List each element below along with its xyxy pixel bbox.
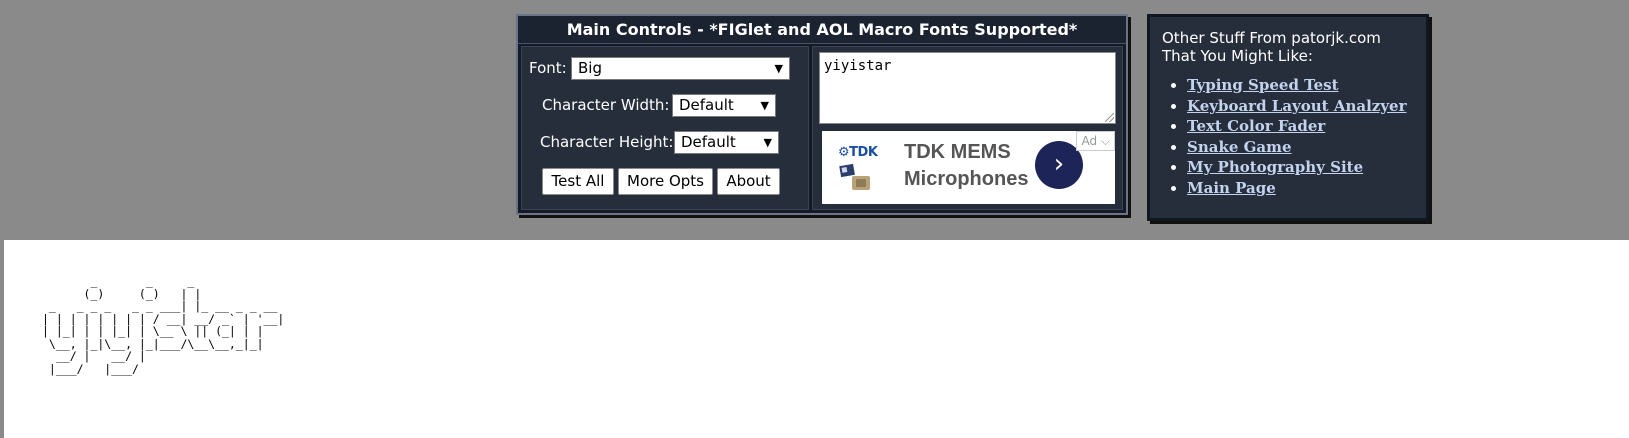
test-all-button[interactable]: Test All <box>542 168 614 195</box>
tdk-logo-text: ⚙TDK <box>838 145 878 160</box>
char-height-label: Character Height: <box>540 133 674 151</box>
link-snake-game[interactable]: Snake Game <box>1187 138 1292 156</box>
font-select-value: Big <box>578 59 602 77</box>
font-label: Font: <box>529 59 567 77</box>
main-controls-title: Main Controls - *FIGlet and AOL Macro Fo… <box>518 16 1126 44</box>
tdk-logo: ⚙TDK <box>838 145 888 193</box>
ad-choices-badge[interactable]: Ad ⌵ <box>1076 131 1115 151</box>
ascii-output-area: _ _ _ (_) (_) | | _ _ _ _ _ _ ___| |_ __… <box>4 240 1629 438</box>
link-text-color-fader[interactable]: Text Color Fader <box>1187 117 1325 135</box>
link-keyboard-layout-analyzer[interactable]: Keyboard Layout Analzyer <box>1187 97 1406 115</box>
chevron-down-icon: ▼ <box>774 62 783 75</box>
main-controls-panel: Main Controls - *FIGlet and AOL Macro Fo… <box>516 14 1128 215</box>
chevron-down-icon: ▼ <box>760 99 769 112</box>
text-input[interactable]: yiyistar <box>819 52 1116 124</box>
chevron-down-icon: ▼ <box>763 136 772 149</box>
other-stuff-title: Other Stuff From patorjk.com That You Mi… <box>1162 29 1381 65</box>
list-item: My Photography Site <box>1187 157 1416 178</box>
char-width-value: Default <box>679 96 734 114</box>
list-item: Typing Speed Test <box>1187 75 1416 96</box>
char-height-value: Default <box>681 133 736 151</box>
char-width-select[interactable]: Default ▼ <box>672 94 776 117</box>
about-button[interactable]: About <box>717 168 780 195</box>
list-item: Keyboard Layout Analzyer <box>1187 96 1416 117</box>
link-photography-site[interactable]: My Photography Site <box>1187 158 1363 176</box>
controls-left-section: Font: Big ▼ Character Width: Default ▼ C… <box>521 46 809 210</box>
ascii-art-output: _ _ _ (_) (_) | | _ _ _ _ _ _ ___| |_ __… <box>42 274 285 376</box>
controls-right-section: yiyistar ⚙TDK TDK MEMS Microphones › Ad … <box>812 46 1123 210</box>
other-stuff-links: Typing Speed Test Keyboard Layout Analzy… <box>1162 75 1416 198</box>
list-item: Text Color Fader <box>1187 116 1416 137</box>
font-select[interactable]: Big ▼ <box>571 57 790 80</box>
ad-headline: TDK MEMS Microphones <box>904 141 1029 190</box>
resize-grip-icon[interactable] <box>1105 113 1114 122</box>
list-item: Main Page <box>1187 178 1416 199</box>
chevron-right-icon: › <box>1053 149 1065 179</box>
link-main-page[interactable]: Main Page <box>1187 179 1276 197</box>
more-opts-button[interactable]: More Opts <box>618 168 713 195</box>
char-height-select[interactable]: Default ▼ <box>674 131 779 154</box>
microphone-chip-icon <box>839 163 870 190</box>
other-stuff-panel: Other Stuff From patorjk.com That You Mi… <box>1147 14 1429 221</box>
link-typing-speed-test[interactable]: Typing Speed Test <box>1187 76 1339 94</box>
char-width-label: Character Width: <box>542 96 670 114</box>
list-item: Snake Game <box>1187 137 1416 158</box>
text-input-value: yiyistar <box>824 58 892 74</box>
ad-banner[interactable]: ⚙TDK TDK MEMS Microphones › Ad ⌵ <box>822 131 1115 204</box>
